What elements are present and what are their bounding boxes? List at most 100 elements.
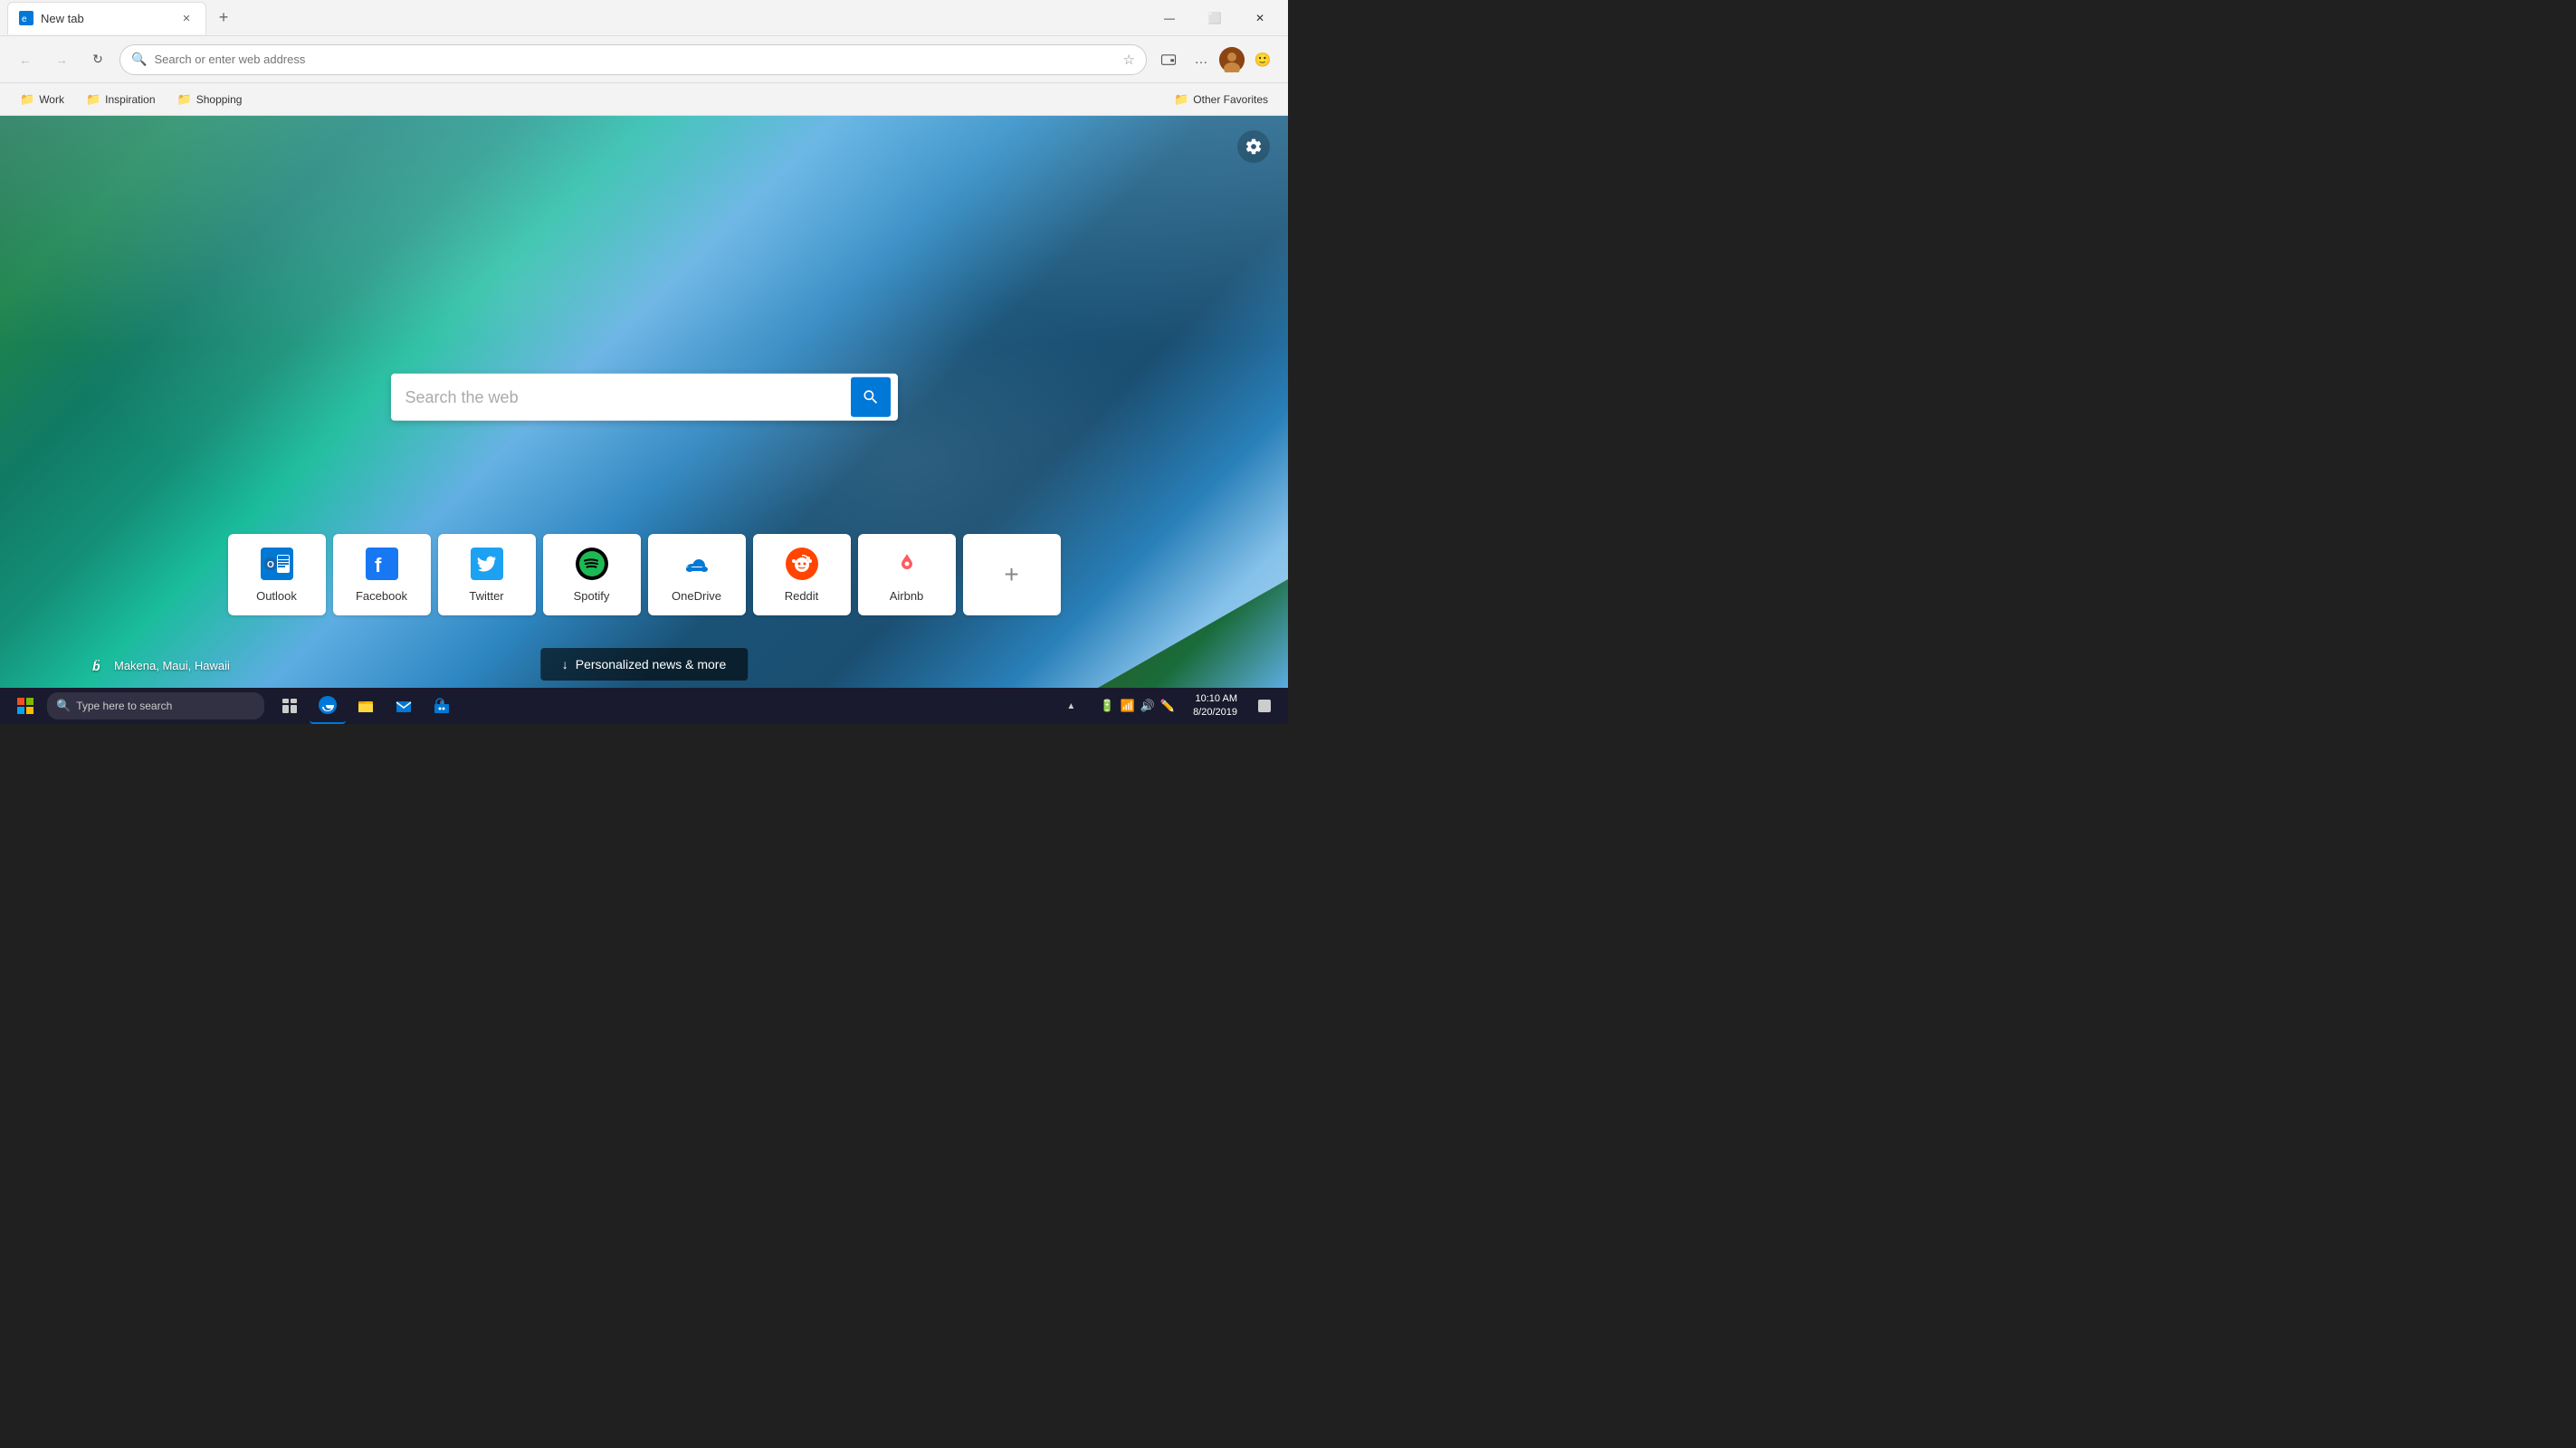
taskbar-items (272, 688, 460, 724)
wallet-button[interactable] (1154, 45, 1183, 74)
refresh-button[interactable]: ↻ (83, 45, 112, 74)
facebook-icon: f (366, 548, 398, 580)
taskbar-time: 10:10 AM (1196, 692, 1237, 706)
reddit-icon (786, 548, 818, 580)
store-icon (433, 697, 451, 715)
address-search-icon: 🔍 (131, 52, 147, 67)
quick-link-spotify-label: Spotify (574, 589, 610, 603)
news-more-button[interactable]: ↓ Personalized news & more (540, 648, 749, 681)
start-button[interactable] (7, 688, 43, 724)
new-tab-button[interactable]: + (210, 5, 237, 32)
address-actions: … 🙂 (1154, 45, 1277, 74)
svg-text:O: O (267, 560, 274, 570)
search-input[interactable] (405, 387, 842, 406)
bookmark-work-label: Work (39, 93, 64, 106)
mail-icon (395, 697, 413, 715)
pen-icon: ✏️ (1160, 699, 1175, 713)
taskbar-clock[interactable]: 10:10 AM 8/20/2019 (1186, 692, 1245, 720)
settings-button[interactable] (1237, 130, 1270, 163)
window-controls: — ⬜ ✕ (1149, 4, 1281, 33)
bookmark-other-favorites[interactable]: 📁 Other Favorites (1165, 89, 1277, 110)
maximize-button[interactable]: ⬜ (1194, 4, 1236, 33)
title-bar: e New tab ✕ + — ⬜ ✕ (0, 0, 1288, 36)
battery-icon: 🔋 (1100, 699, 1114, 713)
taskbar-date: 8/20/2019 (1193, 706, 1237, 719)
taskbar-search-text: Type here to search (76, 700, 172, 712)
taskbar-search[interactable]: 🔍 Type here to search (47, 692, 264, 719)
quick-link-outlook[interactable]: O Outlook (228, 534, 326, 615)
quick-link-reddit-label: Reddit (785, 589, 819, 603)
tab-close-button[interactable]: ✕ (178, 10, 195, 26)
taskbar-system: ▲ 🔋 📶 🔊 ✏️ 10:10 AM 8/20/2019 (1053, 688, 1281, 724)
volume-icon: 🔊 (1140, 699, 1155, 713)
wifi-icon: 📶 (1121, 699, 1135, 713)
twitter-icon (471, 548, 503, 580)
task-view-icon (281, 698, 298, 714)
profile-icon (1219, 47, 1245, 72)
active-tab[interactable]: e New tab ✕ (7, 2, 206, 34)
windows-icon (17, 698, 33, 714)
emoji-button[interactable]: 🙂 (1248, 45, 1277, 74)
quick-link-twitter-label: Twitter (469, 589, 503, 603)
down-arrow-icon: ↓ (562, 657, 568, 672)
taskbar-mail[interactable] (386, 688, 422, 724)
quick-link-facebook[interactable]: f Facebook (333, 534, 431, 615)
bookmark-inspiration-label: Inspiration (105, 93, 155, 106)
bing-credit: b̈ Makena, Maui, Hawaii (91, 657, 230, 673)
svg-text:b̈: b̈ (92, 659, 100, 673)
back-button[interactable]: ← (11, 45, 40, 74)
bookmark-other-label: Other Favorites (1193, 93, 1268, 106)
taskbar: 🔍 Type here to search (0, 688, 1288, 724)
bookmark-shopping[interactable]: 📁 Shopping (168, 89, 252, 110)
address-bar: ← → ↻ 🔍 ☆ … 🙂 (0, 36, 1288, 83)
bookmark-work[interactable]: 📁 Work (11, 89, 73, 110)
bookmark-shopping-label: Shopping (196, 93, 243, 106)
spotify-icon (576, 548, 608, 580)
quick-link-onedrive[interactable]: OneDrive (648, 534, 746, 615)
quick-link-outlook-label: Outlook (256, 589, 297, 603)
location-label: Makena, Maui, Hawaii (114, 659, 230, 672)
taskbar-store[interactable] (424, 688, 460, 724)
taskbar-file-explorer[interactable] (348, 688, 384, 724)
close-button[interactable]: ✕ (1239, 4, 1281, 33)
search-icon (862, 388, 880, 406)
taskbar-notification[interactable] (1248, 690, 1281, 722)
search-container (391, 374, 898, 421)
folder-icon: 📁 (177, 92, 192, 107)
taskbar-system-icons: 🔋 📶 🔊 ✏️ (1092, 699, 1182, 713)
forward-button[interactable]: → (47, 45, 76, 74)
bookmarks-right: 📁 Other Favorites (1165, 89, 1277, 110)
airbnb-icon (891, 548, 923, 580)
taskbar-search-icon: 🔍 (56, 699, 71, 713)
quick-link-facebook-label: Facebook (356, 589, 407, 603)
bookmark-inspiration[interactable]: 📁 Inspiration (77, 89, 165, 110)
address-input[interactable] (154, 52, 1115, 66)
main-content: O Outlook f Facebook Twitter (0, 116, 1288, 688)
address-input-wrap[interactable]: 🔍 ☆ (119, 44, 1147, 75)
tab-label: New tab (41, 12, 84, 25)
profile-avatar[interactable] (1219, 47, 1245, 72)
news-btn-label: Personalized news & more (576, 657, 727, 672)
notification-icon (1257, 699, 1272, 713)
folder-icon: 📁 (20, 92, 34, 107)
onedrive-icon (681, 548, 713, 580)
favorites-star-icon[interactable]: ☆ (1123, 52, 1135, 68)
quick-link-airbnb-label: Airbnb (890, 589, 924, 603)
minimize-button[interactable]: — (1149, 4, 1190, 33)
taskbar-system-tray-expand[interactable]: ▲ (1053, 688, 1089, 724)
taskbar-task-view[interactable] (272, 688, 308, 724)
search-button[interactable] (851, 377, 891, 417)
more-button[interactable]: … (1187, 45, 1216, 74)
gear-icon (1245, 138, 1263, 156)
folder-icon: 📁 (86, 92, 100, 107)
edge-taskbar-icon (319, 696, 337, 714)
add-icon: + (996, 558, 1028, 591)
quick-link-airbnb[interactable]: Airbnb (858, 534, 956, 615)
taskbar-edge[interactable] (310, 688, 346, 724)
quick-link-spotify[interactable]: Spotify (543, 534, 641, 615)
quick-link-reddit[interactable]: Reddit (753, 534, 851, 615)
file-explorer-icon (357, 697, 375, 715)
quick-link-twitter[interactable]: Twitter (438, 534, 536, 615)
outlook-icon: O (261, 548, 293, 580)
quick-link-add[interactable]: + (963, 534, 1061, 615)
